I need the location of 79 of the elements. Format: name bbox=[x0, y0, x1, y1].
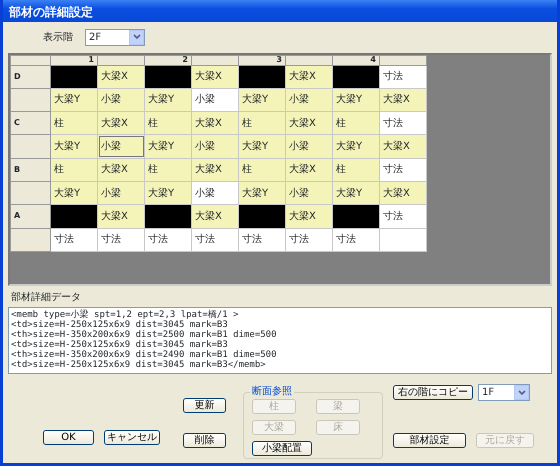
section-button[interactable]: 小梁配置 bbox=[252, 441, 312, 456]
grid-cell[interactable]: 大梁X bbox=[380, 134, 426, 158]
grid-cell[interactable]: 大梁X bbox=[98, 112, 144, 135]
grid-cell[interactable]: 小梁 bbox=[192, 182, 238, 205]
grid-cell[interactable]: 小梁 bbox=[286, 182, 332, 205]
grid-cell[interactable]: 大梁Y bbox=[332, 88, 380, 112]
copy-to-floor-button[interactable]: 右の階にコピー bbox=[393, 385, 473, 400]
grid-cell[interactable]: 大梁Y bbox=[238, 134, 286, 158]
row-header: B bbox=[10, 158, 50, 182]
copy-floor-value: 1F bbox=[482, 386, 494, 400]
grid-cell[interactable]: 寸法 bbox=[50, 228, 98, 252]
grid-cell[interactable]: 大梁Y bbox=[144, 182, 192, 205]
grid-cell[interactable]: 柱 bbox=[238, 112, 286, 135]
grid-cell[interactable]: 寸法 bbox=[380, 158, 426, 182]
column-header: 3 bbox=[238, 55, 286, 66]
grid-cell[interactable]: 小梁 bbox=[98, 134, 144, 158]
grid-cell[interactable]: 大梁X bbox=[286, 158, 332, 182]
grid-cell[interactable]: 大梁X bbox=[286, 204, 332, 228]
grid-cell[interactable]: 小梁 bbox=[98, 182, 144, 205]
detail-data-label: 部材詳細データ bbox=[11, 292, 81, 304]
row-header: C bbox=[10, 112, 50, 135]
grid-cell[interactable]: 柱 bbox=[50, 112, 98, 135]
grid-cell[interactable]: 大梁X bbox=[380, 182, 426, 205]
row-header: D bbox=[10, 65, 50, 88]
grid-cell[interactable]: 大梁X bbox=[98, 204, 144, 228]
grid-cell[interactable]: 大梁Y bbox=[50, 182, 98, 205]
grid-cell[interactable]: 小梁 bbox=[192, 134, 238, 158]
column-header: 4 bbox=[332, 55, 380, 66]
grid-cell[interactable]: 大梁X bbox=[98, 65, 144, 88]
floor-label: 表示階 bbox=[43, 30, 73, 45]
grid-cell[interactable]: 大梁Y bbox=[50, 88, 98, 112]
column-header: 2 bbox=[144, 55, 192, 66]
grid-cell[interactable]: 大梁Y bbox=[332, 182, 380, 205]
grid-cell[interactable]: 寸法 bbox=[332, 228, 380, 252]
grid-cell[interactable]: 寸法 bbox=[98, 228, 144, 252]
grid-cell[interactable]: 小梁 bbox=[192, 88, 238, 112]
grid-cell[interactable]: 大梁X bbox=[192, 65, 238, 88]
grid-cell[interactable]: 寸法 bbox=[380, 204, 426, 228]
grid-cell[interactable]: 大梁X bbox=[192, 158, 238, 182]
grid-cell[interactable]: 大梁X bbox=[286, 65, 332, 88]
grid-cell[interactable]: 寸法 bbox=[192, 228, 238, 252]
grid-cell[interactable]: 大梁Y bbox=[144, 134, 192, 158]
copy-floor-dropdown[interactable]: 1F bbox=[478, 384, 530, 402]
grid-cell[interactable]: 大梁Y bbox=[238, 182, 286, 205]
member-settings-button[interactable]: 部材設定 bbox=[393, 433, 466, 448]
detail-data-text[interactable]: <memb type=小梁 spt=1,2 ept=2,3 lpat=橋/1 > <td>size=H-250x125x6x9 dist=3045 mark=B3 <th>size=H-350x200x6x9 dist=2500 mark=B1 dime=500 <td>size=H-250x125x6x9 dist=3045 mark=B3 <th>size=H-350x200x6x9 dist=2490 mark=B1 dime=500 <td>size=H-250x125x6x9 dist=3045 mark=B3</memb> bbox=[8, 307, 552, 374]
grid-cell[interactable]: 大梁Y bbox=[50, 134, 98, 158]
delete-button[interactable]: 削除 bbox=[183, 433, 226, 448]
grid-cell[interactable]: 大梁X bbox=[192, 204, 238, 228]
ok-button[interactable]: OK bbox=[43, 430, 94, 445]
grid-cell[interactable]: 大梁Y bbox=[144, 88, 192, 112]
floor-value: 2F bbox=[89, 30, 102, 45]
grid-cell[interactable]: 寸法 bbox=[380, 65, 426, 88]
grid-cell[interactable]: 寸法 bbox=[144, 228, 192, 252]
grid-cell[interactable]: 大梁X bbox=[380, 88, 426, 112]
grid-cell[interactable]: 寸法 bbox=[380, 112, 426, 135]
grid-cell[interactable]: 大梁X bbox=[98, 158, 144, 182]
grid-cell[interactable]: 小梁 bbox=[98, 88, 144, 112]
grid-cell[interactable]: 寸法 bbox=[286, 228, 332, 252]
grid-cell[interactable]: 柱 bbox=[332, 158, 380, 182]
floor-dropdown[interactable]: 2F bbox=[85, 28, 145, 46]
grid-cell[interactable]: 柱 bbox=[332, 112, 380, 135]
group-title: 断面参照 bbox=[250, 386, 294, 398]
grid-cell[interactable]: 小梁 bbox=[286, 88, 332, 112]
grid-cell[interactable]: 柱 bbox=[144, 112, 192, 135]
window-title: 部材の詳細設定 bbox=[3, 0, 557, 22]
grid-cell[interactable]: 大梁X bbox=[286, 112, 332, 135]
grid-cell[interactable]: 寸法 bbox=[238, 228, 286, 252]
grid-cell[interactable]: 柱 bbox=[238, 158, 286, 182]
update-button[interactable]: 更新 bbox=[183, 398, 226, 414]
grid-cell[interactable]: 大梁X bbox=[192, 112, 238, 135]
grid-cell[interactable]: 大梁Y bbox=[332, 134, 380, 158]
row-header: A bbox=[10, 204, 50, 228]
grid-cell[interactable]: 大梁Y bbox=[238, 88, 286, 112]
grid-cell[interactable]: 柱 bbox=[50, 158, 98, 182]
cancel-button[interactable]: キャンセル bbox=[104, 430, 160, 445]
column-header: 1 bbox=[50, 55, 98, 66]
grid-cell[interactable]: 小梁 bbox=[286, 134, 332, 158]
grid-cell[interactable]: 柱 bbox=[144, 158, 192, 182]
